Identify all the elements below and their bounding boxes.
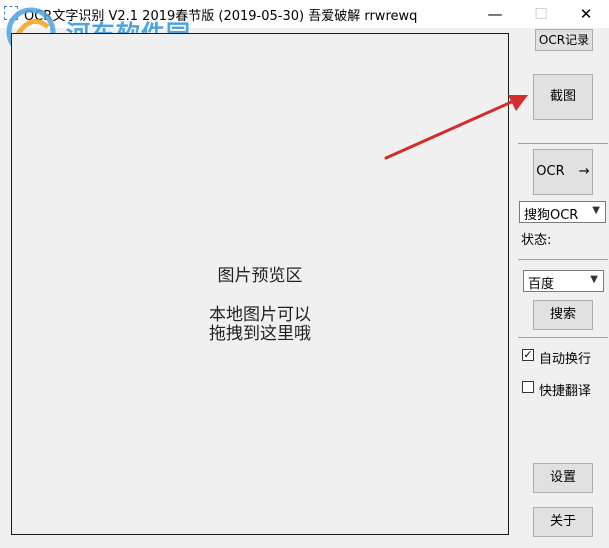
ocr-engine-select[interactable]: 搜狗OCR ▼ xyxy=(519,201,606,223)
auto-wrap-label: 自动换行 xyxy=(539,352,592,367)
search-engine-value: 百度 xyxy=(528,277,555,292)
close-button[interactable]: ✕ xyxy=(563,0,609,28)
maximize-button: ☐ xyxy=(534,5,548,23)
settings-button[interactable]: 设置 xyxy=(533,463,593,493)
annotation-arrow-icon xyxy=(384,95,528,160)
preview-title: 图片预览区 xyxy=(217,266,303,286)
search-engine-select[interactable]: 百度 ▼ xyxy=(523,270,604,292)
preview-hint-line2: 拖拽到这里哦 xyxy=(209,324,311,344)
search-button[interactable]: 搜索 xyxy=(533,300,593,330)
ocr-log-button[interactable]: OCR记录 xyxy=(535,29,593,51)
screenshot-button[interactable]: 截图 xyxy=(533,74,593,120)
title-bar: OCR文字识别 V2.1 2019春节版 (2019-05-30) 吾爱破解 r… xyxy=(0,0,609,28)
status-label: 状态: xyxy=(521,233,552,248)
app-icon xyxy=(4,6,18,20)
quick-translate-label: 快捷翻译 xyxy=(539,384,592,399)
ocr-button[interactable]: OCR → xyxy=(533,149,593,195)
minimize-button[interactable]: — xyxy=(472,0,518,28)
window-title: OCR文字识别 V2.1 2019春节版 (2019-05-30) 吾爱破解 r… xyxy=(24,9,418,24)
about-button[interactable]: 关于 xyxy=(533,507,593,537)
auto-wrap-checkbox[interactable]: ✓ xyxy=(522,349,534,361)
separator xyxy=(518,337,608,338)
separator xyxy=(518,259,608,260)
quick-translate-checkbox[interactable] xyxy=(522,381,534,393)
arrow-right-icon: → xyxy=(578,164,590,179)
ocr-button-label: OCR xyxy=(536,164,565,179)
separator xyxy=(518,143,608,144)
ocr-engine-value: 搜狗OCR xyxy=(524,208,579,223)
chevron-down-icon: ▼ xyxy=(590,274,598,285)
chevron-down-icon: ▼ xyxy=(592,205,600,216)
